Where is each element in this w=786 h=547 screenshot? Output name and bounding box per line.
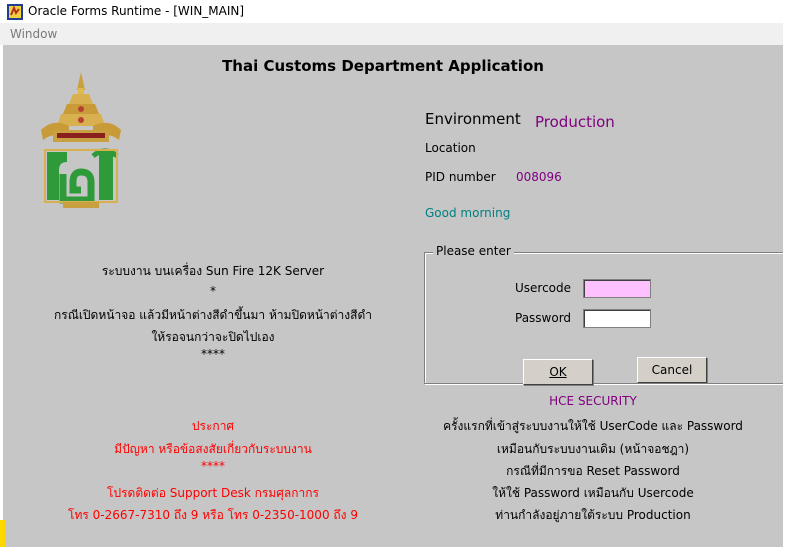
cancel-button-label: Cancel (651, 363, 693, 377)
announcement-line-2: มีปัญหา หรือข้อสงสัยเกี่ยวกับระบบงาน (114, 442, 312, 456)
notice-line-3: กรณีเปิดหน้าจอ แล้วมีหน้าต่างสีดำขึ้นมา … (53, 308, 373, 322)
announcement-line-4: โปรดติดต่อ Support Desk กรมศุลกากร (107, 486, 319, 500)
menu-bar: Window (0, 23, 786, 45)
security-line-1: ครั้งแรกที่เข้าสู่ระบบงานให้ใช้ UserCode… (443, 419, 743, 433)
password-label: Password (515, 311, 572, 325)
pid-value: 008096 (516, 170, 562, 184)
login-group-title: Please enter (433, 244, 514, 258)
pid-label: PID number (425, 170, 496, 184)
window-title: Oracle Forms Runtime - [WIN_MAIN] (28, 4, 245, 18)
security-line-4: ให้ใช้ Password เหมือนกับ Usercode (492, 486, 694, 500)
notice-line-4: ให้รอจนกว่าจะปิดไปเอง (151, 330, 275, 344)
cancel-button[interactable]: Cancel (637, 357, 707, 383)
form-canvas: Thai Customs Department Application Envi… (3, 45, 786, 547)
taskbar-edge (0, 520, 5, 547)
security-title: HCE SECURITY (549, 394, 637, 408)
security-line-5: ท่านกำลังอยู่ภายใต้ระบบ Production (495, 508, 691, 522)
title-bar: Oracle Forms Runtime - [WIN_MAIN] (0, 0, 786, 23)
security-line-3: กรณีที่มีการขอ Reset Password (506, 464, 680, 478)
notice-line-5: **** (201, 347, 225, 361)
customs-emblem-logo (41, 72, 121, 208)
usercode-input[interactable] (583, 279, 651, 298)
environment-label: Environment (425, 110, 521, 128)
announcement-line-5: โทร 0-2667-7310 ถึง 9 หรือ โทร 0-2350-10… (68, 508, 358, 522)
environment-value: Production (535, 113, 615, 131)
greeting-text: Good morning (425, 206, 511, 220)
menu-window[interactable]: Window (10, 27, 57, 41)
login-group: Please enter Usercode Password OK Cancel (424, 244, 786, 385)
security-line-2: เหมือนกับระบบงานเดิม (หน้าจอชฎา) (496, 442, 690, 456)
announcement-line-3: **** (201, 459, 225, 473)
announcement-line-1: ประกาศ (191, 419, 235, 433)
notice-line-2: * (210, 284, 216, 298)
location-label: Location (425, 141, 476, 155)
usercode-label: Usercode (515, 281, 572, 295)
ok-button[interactable]: OK (523, 359, 593, 385)
password-input[interactable] (583, 309, 651, 328)
notice-line-1: ระบบงาน บนเครื่อง Sun Fire 12K Server (101, 264, 325, 278)
ok-button-label: OK (549, 365, 567, 379)
oracle-forms-app-icon (7, 4, 23, 20)
